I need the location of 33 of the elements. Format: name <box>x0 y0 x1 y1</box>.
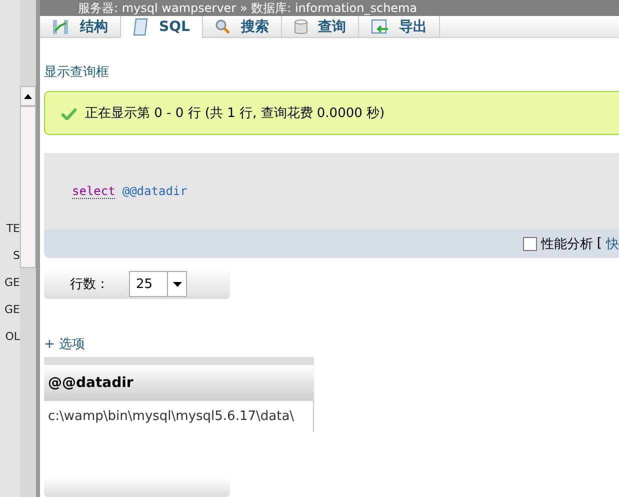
tab[interactable]: 导出 <box>358 16 440 37</box>
profiling-checkbox[interactable] <box>522 236 537 250</box>
sidebar-item[interactable]: GE <box>0 276 20 289</box>
table-cell: c:\wamp\bin\mysql\mysql5.6.17\data\ <box>44 401 314 432</box>
tab[interactable]: 查询 <box>282 16 359 37</box>
tab[interactable]: 结构 <box>40 16 121 37</box>
sidebar-item[interactable]: TE <box>0 222 20 235</box>
options-link[interactable]: + 选项 <box>44 337 86 352</box>
quick-link[interactable]: 快 <box>606 234 619 252</box>
message-text: 正在显示第 0 - 0 行 (共 1 行, 查询花费 0.0000 秒) <box>85 105 385 122</box>
dropdown-arrow-icon <box>172 282 182 286</box>
sql-keyword: select <box>72 184 116 198</box>
sidebar-item[interactable]: S <box>0 249 20 262</box>
scroll-icon <box>133 18 149 36</box>
search-icon <box>214 18 231 34</box>
profiling-label: 性能分析 <box>540 236 593 252</box>
sidebar-item[interactable]: OL <box>0 330 20 343</box>
rows-label: 行数： <box>70 276 109 293</box>
rows-select[interactable]: 25 <box>129 271 187 297</box>
scroll-up-button[interactable] <box>20 86 36 106</box>
export-icon <box>370 18 389 34</box>
breadcrumb: 服务器: mysql wampserver » 数据库: information_schema <box>78 0 418 16</box>
tab[interactable]: 搜索 <box>202 16 282 37</box>
structure-icon <box>52 18 70 34</box>
sql-variable: @@datadir <box>122 184 188 198</box>
database-icon <box>294 18 308 34</box>
show-query-link[interactable]: 显示查询框 <box>44 65 109 80</box>
bracket-text: [ <box>596 236 602 251</box>
tab[interactable]: SQL <box>121 16 203 38</box>
scrollbar-thumb[interactable] <box>20 106 36 268</box>
sidebar-item[interactable]: GE <box>0 303 20 316</box>
check-icon <box>61 106 77 120</box>
up-arrow-icon <box>24 94 32 98</box>
